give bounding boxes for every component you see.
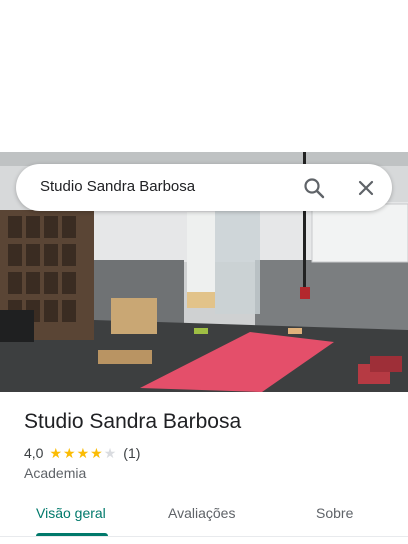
rating-row[interactable]: 4,0 ★ ★ ★ ★ ★ (1)	[24, 445, 140, 461]
search-icon[interactable]	[303, 177, 325, 199]
place-category[interactable]: Academia	[24, 465, 86, 481]
star-rating: ★ ★ ★ ★ ★	[49, 446, 117, 460]
star-filled-icon: ★	[76, 445, 90, 461]
star-empty-icon: ★	[103, 445, 117, 461]
rating-value: 4,0	[24, 445, 44, 461]
tab-overview[interactable]: Visão geral	[36, 505, 106, 521]
place-title: Studio Sandra Barbosa	[24, 410, 242, 433]
star-filled-icon: ★	[49, 445, 63, 461]
close-icon[interactable]	[355, 177, 377, 199]
tab-about[interactable]: Sobre	[316, 505, 353, 521]
review-count[interactable]: (1)	[123, 445, 140, 461]
star-filled-icon: ★	[90, 445, 103, 461]
tab-reviews[interactable]: Avaliações	[168, 505, 235, 521]
search-bar[interactable]: Studio Sandra Barbosa	[16, 164, 392, 211]
star-filled-icon: ★	[63, 445, 76, 461]
tab-divider	[0, 536, 408, 537]
search-input[interactable]: Studio Sandra Barbosa	[40, 178, 195, 195]
